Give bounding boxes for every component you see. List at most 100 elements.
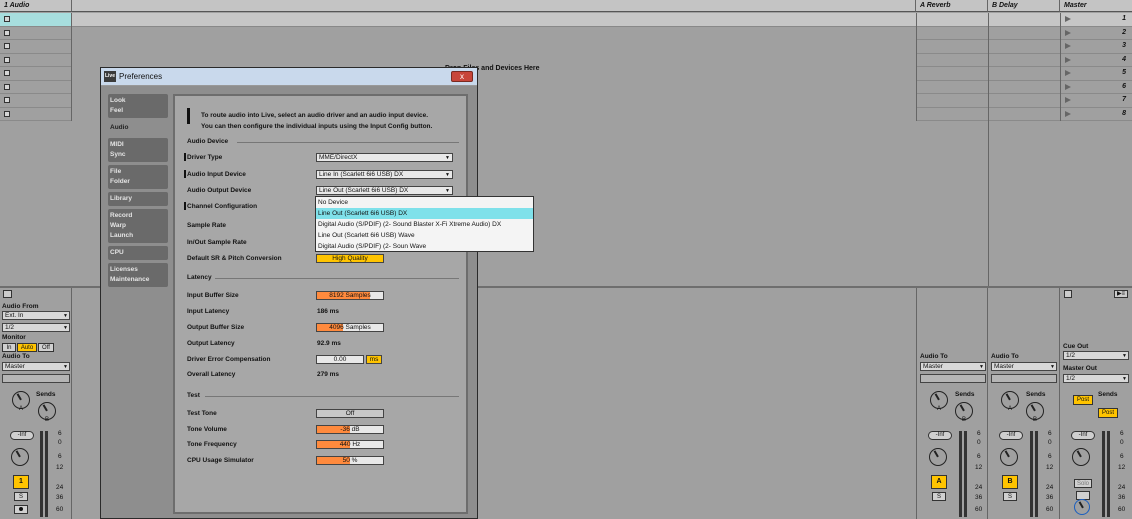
- driver-comp-unit-button[interactable]: ms: [366, 355, 382, 364]
- track-title-1-audio[interactable]: 1 Audio: [0, 0, 72, 12]
- audio-from-select[interactable]: Ext. In: [2, 311, 70, 320]
- clip-slot[interactable]: [0, 94, 71, 108]
- scene-launch[interactable]: 1: [1061, 13, 1132, 27]
- solo-button[interactable]: S: [1003, 492, 1017, 501]
- test-tone-toggle[interactable]: Off: [316, 409, 384, 418]
- tab-licenses-maintenance[interactable]: Licenses Maintenance: [108, 263, 168, 287]
- play-icon[interactable]: [1065, 16, 1071, 22]
- track-title-a-reverb[interactable]: A Reverb: [916, 0, 988, 12]
- clip-slot[interactable]: [0, 81, 71, 94]
- input-buffer-field[interactable]: 8192 Samples: [316, 291, 384, 300]
- pan-knob-icon[interactable]: [1000, 448, 1018, 466]
- cue-out-select[interactable]: 1/2: [1063, 351, 1129, 360]
- stop-button-icon[interactable]: [4, 110, 10, 117]
- output-channel-box[interactable]: [991, 374, 1057, 383]
- output-channel-box[interactable]: [2, 374, 70, 383]
- driver-type-select[interactable]: MME/DirectX: [316, 153, 453, 162]
- solo-button[interactable]: S: [14, 492, 28, 501]
- play-icon[interactable]: [1065, 83, 1071, 90]
- clip-slot[interactable]: [0, 27, 71, 40]
- audio-to-select[interactable]: Master: [920, 362, 986, 371]
- output-device-select[interactable]: Line Out (Scarlett 6i6 USB) DX: [316, 186, 453, 195]
- track-activator-button[interactable]: 1: [13, 475, 29, 489]
- stop-button-icon[interactable]: [4, 29, 10, 36]
- audio-to-select[interactable]: Master: [2, 362, 70, 371]
- track-title-b-delay[interactable]: B Delay: [988, 0, 1060, 12]
- meter-scale-tick: 6: [58, 430, 62, 437]
- stop-button-icon[interactable]: [4, 56, 10, 63]
- master-out-select[interactable]: 1/2: [1063, 374, 1129, 383]
- cpu-simulator-field[interactable]: 50 %: [316, 456, 384, 465]
- play-icon[interactable]: [1065, 29, 1071, 36]
- tab-cpu[interactable]: CPU: [108, 246, 168, 260]
- volume-readout[interactable]: -Inf: [928, 431, 952, 440]
- audio-from-label: Audio From: [2, 303, 39, 310]
- audio-to-select[interactable]: Master: [991, 362, 1057, 371]
- close-icon[interactable]: x: [451, 71, 473, 82]
- post-button[interactable]: Post: [1098, 408, 1118, 418]
- scene-launch[interactable]: 6: [1061, 81, 1132, 94]
- io-toggle-icon[interactable]: ▶≡: [1114, 290, 1128, 298]
- popup-option[interactable]: No Device: [316, 197, 533, 208]
- scene-launch[interactable]: 4: [1061, 54, 1132, 67]
- volume-readout[interactable]: -Inf: [10, 431, 34, 440]
- pan-knob-icon[interactable]: [1072, 448, 1090, 466]
- stop-button-icon[interactable]: [4, 97, 10, 103]
- monitor-in-button[interactable]: In: [2, 343, 16, 352]
- monitor-off-button[interactable]: Off: [38, 343, 54, 352]
- stop-button-icon[interactable]: [4, 43, 10, 49]
- tab-library[interactable]: Library: [108, 192, 168, 206]
- input-channel-select[interactable]: 1/2: [2, 323, 70, 332]
- post-button[interactable]: Post: [1073, 395, 1093, 405]
- clip-slot[interactable]: [0, 108, 71, 121]
- pan-knob-icon[interactable]: [11, 448, 29, 466]
- clip-slot[interactable]: [0, 13, 71, 27]
- monitor-auto-button[interactable]: Auto: [17, 343, 37, 352]
- tab-audio[interactable]: Audio: [108, 121, 168, 135]
- io-toggle-icon[interactable]: [3, 290, 12, 298]
- input-device-select[interactable]: Line In (Scarlett 6i6 USB) DX: [316, 170, 453, 179]
- scene-launch[interactable]: 3: [1061, 40, 1132, 54]
- stop-button-icon[interactable]: [4, 16, 10, 22]
- clip-slot[interactable]: [0, 54, 71, 67]
- cue-volume-knob-icon[interactable]: [1074, 499, 1090, 515]
- tab-midi-sync[interactable]: MIDI Sync: [108, 138, 168, 162]
- clip-slot[interactable]: [0, 40, 71, 54]
- stop-button-icon[interactable]: [4, 83, 10, 90]
- play-icon[interactable]: [1065, 110, 1071, 117]
- solo-button[interactable]: S: [932, 492, 946, 501]
- stop-all-icon[interactable]: [1064, 290, 1072, 298]
- volume-readout[interactable]: -Inf: [1071, 431, 1095, 440]
- play-icon[interactable]: [1065, 56, 1071, 63]
- scene-launch[interactable]: 8: [1061, 108, 1132, 121]
- popup-option[interactable]: Digital Audio (S/PDIF) (2- Soun Wave: [316, 241, 533, 252]
- scene-launch[interactable]: 2: [1061, 27, 1132, 40]
- src-toggle[interactable]: High Quality: [316, 254, 384, 263]
- output-channel-box[interactable]: [920, 374, 986, 383]
- driver-comp-field[interactable]: 0.00: [316, 355, 364, 364]
- tone-frequency-field[interactable]: 440 Hz: [316, 440, 384, 449]
- volume-readout[interactable]: -Inf: [999, 431, 1023, 440]
- stop-button-icon[interactable]: [4, 70, 10, 76]
- popup-option-selected[interactable]: Line Out (Scarlett 6i6 USB) DX: [316, 208, 533, 219]
- popup-option[interactable]: Line Out (Scarlett 6i6 USB) Wave: [316, 230, 533, 241]
- scene-launch[interactable]: 5: [1061, 67, 1132, 81]
- tab-look-feel[interactable]: Look Feel: [108, 94, 168, 118]
- scene-launch[interactable]: 7: [1061, 94, 1132, 108]
- arm-button[interactable]: [14, 505, 28, 514]
- pan-knob-icon[interactable]: [929, 448, 947, 466]
- popup-option[interactable]: Digital Audio (S/PDIF) (2- Sound Blaster…: [316, 219, 533, 230]
- play-icon[interactable]: [1065, 43, 1071, 49]
- play-icon[interactable]: [1065, 70, 1071, 76]
- tone-volume-field[interactable]: -36 dB: [316, 425, 384, 434]
- dialog-titlebar[interactable]: Live Preferences x: [101, 68, 477, 86]
- tab-record-warp-launch[interactable]: Record Warp Launch: [108, 209, 168, 243]
- clip-slot[interactable]: [0, 67, 71, 81]
- output-buffer-field[interactable]: 4096 Samples: [316, 323, 384, 332]
- track-title-master[interactable]: Master: [1060, 0, 1132, 12]
- track-activator-button[interactable]: A: [931, 475, 947, 489]
- play-icon[interactable]: [1065, 97, 1071, 103]
- solo-cue-button[interactable]: Solo: [1074, 479, 1092, 488]
- tab-file-folder[interactable]: File Folder: [108, 165, 168, 189]
- track-activator-button[interactable]: B: [1002, 475, 1018, 489]
